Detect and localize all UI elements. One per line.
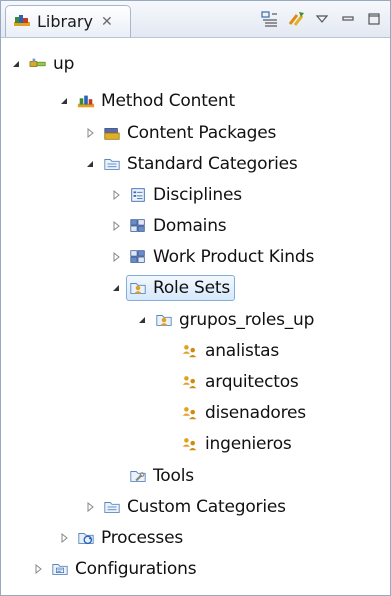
expanded-arrow-icon[interactable] [9,57,23,71]
tree-item-ingenieros[interactable]: ingenieros [181,428,292,459]
tree-item-arquitectos[interactable]: arquitectos [181,366,299,397]
collapsed-arrow-icon[interactable] [109,250,123,264]
tree-item-label: Standard Categories [127,153,298,174]
view-toolbar [260,10,384,28]
link-with-editor-icon[interactable] [260,10,280,28]
tree-item-method-content[interactable]: Method Content [57,85,235,116]
category-folder-icon [103,155,121,173]
collapsed-arrow-icon[interactable] [109,219,123,233]
expanded-arrow-icon[interactable] [83,157,97,171]
role-group-icon [181,342,199,360]
tree-item-label: ingenieros [205,433,292,454]
library-icon [13,12,31,32]
tree-item-configurations[interactable]: Configurations [31,553,197,584]
work-product-kinds-icon [129,248,147,266]
role-group-icon [181,404,199,422]
collapsed-arrow-icon[interactable] [109,188,123,202]
collapsed-arrow-icon[interactable] [83,126,97,140]
view-titlebar: Library ✕ [1,1,390,38]
tree-item-label: Content Packages [127,122,277,143]
collapsed-arrow-icon[interactable] [31,562,45,576]
tree-item-disciplines[interactable]: Disciplines [109,179,242,210]
configurations-icon [51,560,69,578]
method-content-icon [77,92,95,110]
tree-item-label: analistas [205,340,280,361]
tab-library-label: Library [37,12,93,31]
maximize-icon[interactable] [364,10,384,28]
processes-icon [77,529,95,547]
view-menu-icon[interactable] [312,10,332,28]
collapsed-arrow-icon[interactable] [83,500,97,514]
role-group-icon [181,435,199,453]
tree-item-custom-categories[interactable]: Custom Categories [83,491,286,522]
tree-item-tools[interactable]: Tools [129,460,194,491]
tools-icon [129,467,147,485]
role-set-icon [155,311,173,329]
tree-item-label: Method Content [101,90,235,111]
category-folder-icon [103,498,121,516]
tree-item-label: Custom Categories [127,496,286,517]
tree-item-content-packages[interactable]: Content Packages [83,117,276,148]
tree-item-label: up [53,53,75,74]
tree-item-label: Disciplines [153,184,242,205]
expanded-arrow-icon[interactable] [109,281,123,295]
tree-item-label: Configurations [75,558,197,579]
tree-item-label: Tools [153,465,194,486]
selection-highlight[interactable]: Role Sets [126,274,236,301]
tree-item-role-sets[interactable]: Role Sets [109,272,236,303]
tree-item-disenadores[interactable]: disenadores [181,397,306,428]
tree-item-domains[interactable]: Domains [109,210,227,241]
tree-item-grupos-roles-up[interactable]: grupos_roles_up [135,304,314,335]
tree-item-label: disenadores [205,402,306,423]
minimize-icon[interactable] [338,10,358,28]
tree-item-label: Domains [153,215,227,236]
expanded-arrow-icon[interactable] [135,313,149,327]
tree-item-label: Role Sets [153,277,231,298]
tree-item-processes[interactable]: Processes [57,522,183,553]
plugin-icon [29,55,47,73]
tree-item-label: Work Product Kinds [153,246,315,267]
expanded-arrow-icon[interactable] [57,94,71,108]
tree-item-label: grupos_roles_up [179,309,315,330]
tree-item-label: Processes [101,527,184,548]
collapsed-arrow-icon[interactable] [57,531,71,545]
tree-item-work-product-kinds[interactable]: Work Product Kinds [109,241,314,272]
tab-library[interactable]: Library ✕ [5,5,131,37]
content-packages-icon [103,124,121,142]
tree-item-analistas[interactable]: analistas [181,335,279,366]
library-view: Library ✕ up Method Content Content Pack… [0,0,391,596]
tree-item-up[interactable]: up [9,48,74,79]
disciplines-icon [129,186,147,204]
tree-item-standard-categories[interactable]: Standard Categories [83,148,298,179]
domains-icon [129,217,147,235]
close-icon[interactable]: ✕ [101,15,113,29]
sync-icon[interactable] [286,10,306,28]
role-sets-icon [129,279,147,297]
role-group-icon [181,373,199,391]
tree-item-label: arquitectos [205,371,299,392]
